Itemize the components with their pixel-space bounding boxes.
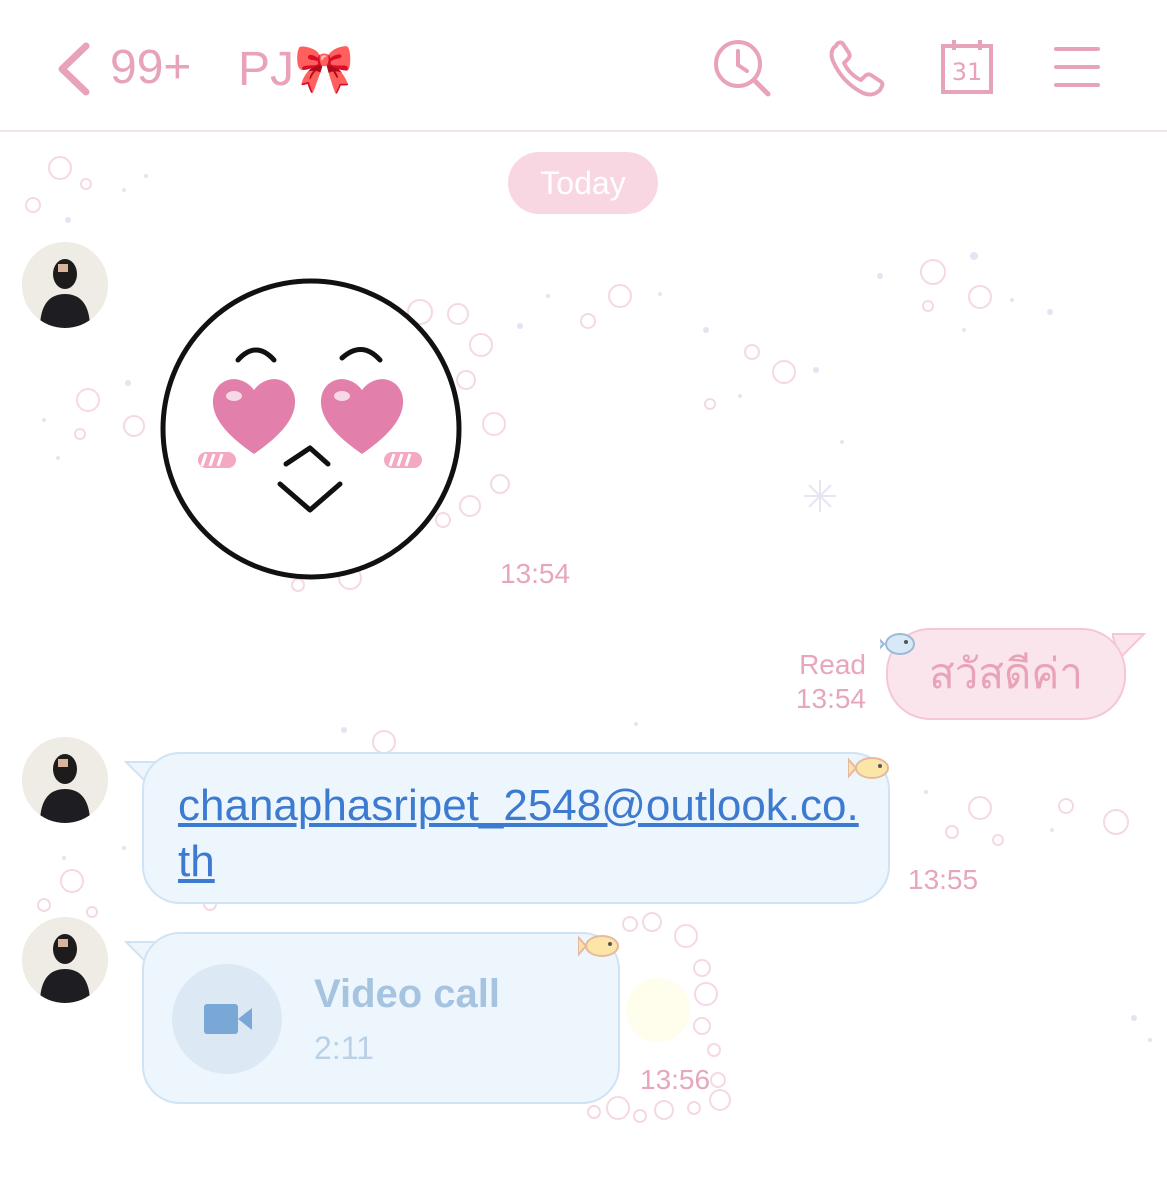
calendar-icon[interactable]: 31 xyxy=(940,38,994,96)
message-text: สวัสดีค่า xyxy=(929,649,1083,698)
avatar-photo-icon xyxy=(22,917,108,1003)
phone-icon[interactable] xyxy=(828,38,886,98)
video-call-title: Video call xyxy=(314,972,501,1016)
unread-count[interactable]: 99+ xyxy=(110,40,191,95)
heart-eyes-sticker[interactable] xyxy=(158,276,464,582)
video-camera-icon xyxy=(204,1004,252,1034)
contact-avatar[interactable] xyxy=(22,242,108,328)
incoming-message-bubble: chanaphasripet_2548@outlook.co.th xyxy=(142,752,890,904)
chat-header: 99+ PJ🎀 31 xyxy=(0,0,1167,132)
message-time: 13:54 xyxy=(795,683,866,714)
back-chevron-icon[interactable] xyxy=(52,40,96,98)
chat-name: PJ xyxy=(238,43,295,96)
menu-icon[interactable] xyxy=(1054,46,1100,88)
video-call-duration: 2:11 xyxy=(314,1030,374,1066)
contact-avatar[interactable] xyxy=(22,737,108,823)
read-status: Read xyxy=(799,649,866,680)
contact-avatar[interactable] xyxy=(22,917,108,1003)
search-history-icon[interactable] xyxy=(712,38,772,98)
read-receipt: Read 13:54 xyxy=(780,648,866,716)
video-call-icon-circle xyxy=(172,964,282,1074)
message-time: 13:56 xyxy=(640,1064,711,1095)
chat-title[interactable]: PJ🎀 xyxy=(238,40,354,97)
message-time: 13:55 xyxy=(908,864,979,895)
email-link[interactable]: chanaphasripet_2548@outlook.co.th xyxy=(178,778,868,890)
calendar-day: 31 xyxy=(952,58,983,86)
avatar-photo-icon xyxy=(22,242,108,328)
message-time: 13:54 xyxy=(500,558,571,589)
video-call-bubble[interactable]: Video call 2:11 xyxy=(142,932,620,1104)
date-separator: Today xyxy=(508,152,658,214)
outgoing-message-bubble[interactable]: สวัสดีค่า xyxy=(886,628,1126,720)
avatar-photo-icon xyxy=(22,737,108,823)
bow-emoji: 🎀 xyxy=(294,43,354,96)
